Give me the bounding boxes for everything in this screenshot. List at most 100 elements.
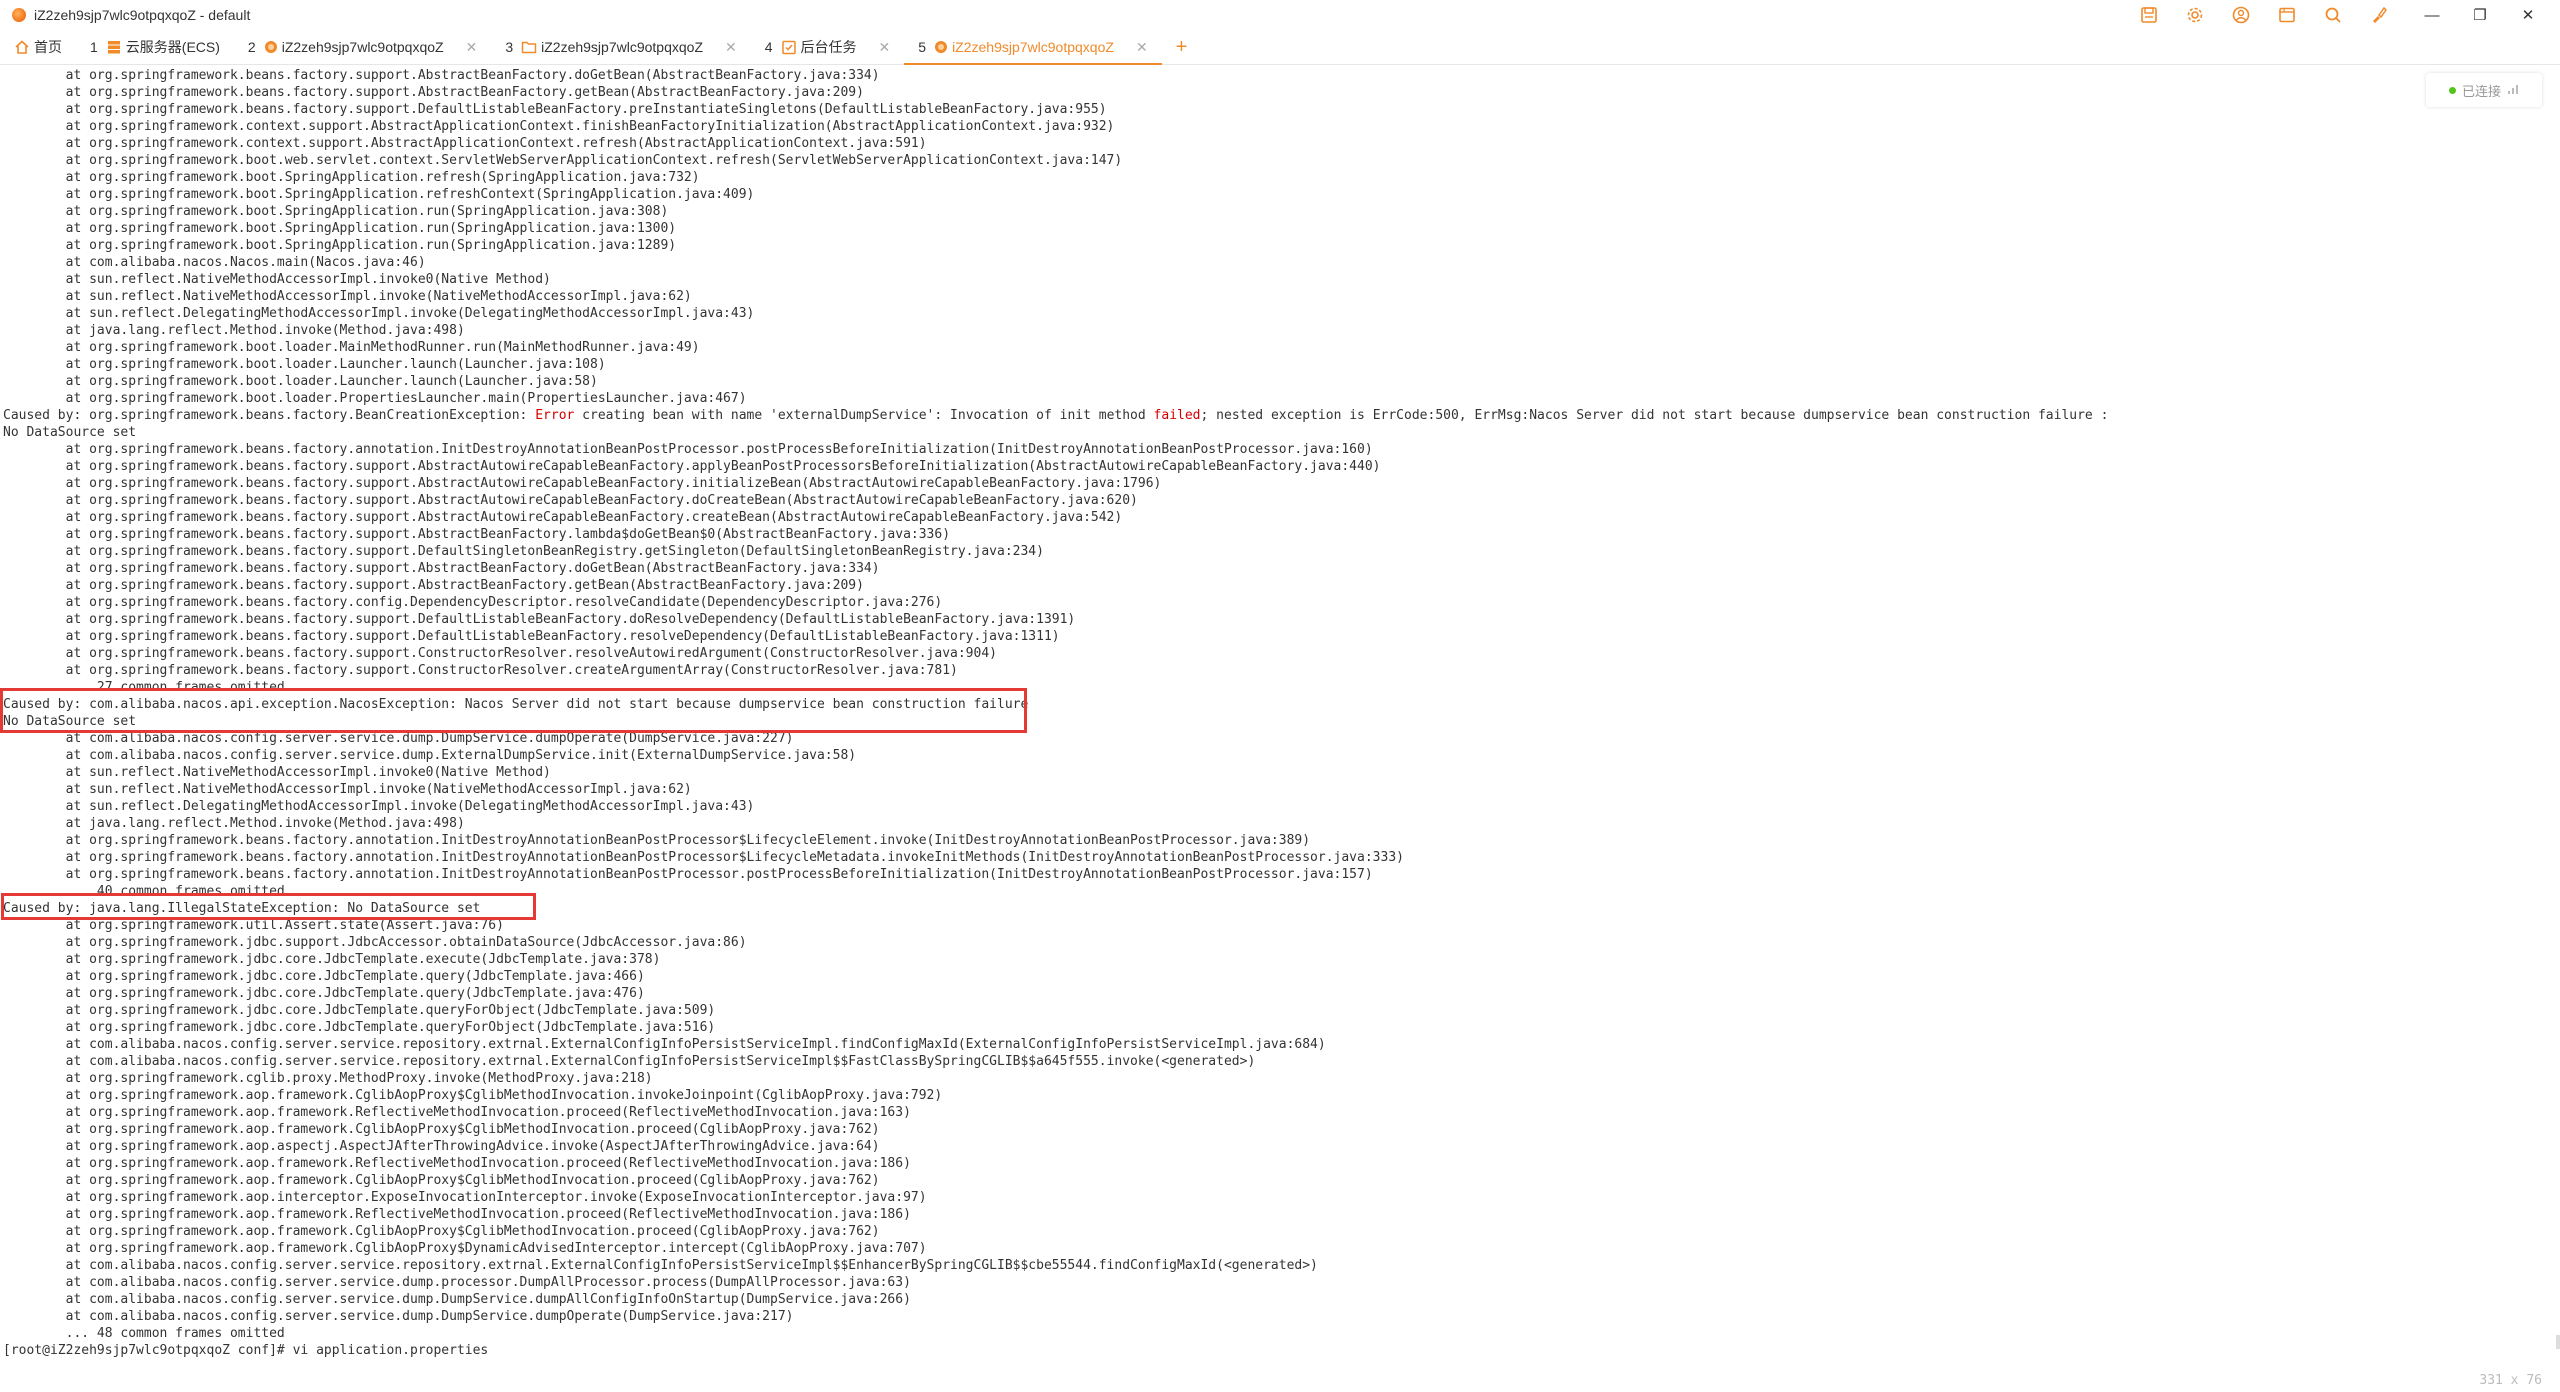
tab-sftp-3[interactable]: 3 iZ2zeh9sjp7wlc9otpqxqoZ ✕ bbox=[491, 30, 750, 64]
terminal-line: at org.springframework.boot.loader.MainM… bbox=[3, 340, 700, 355]
close-tab-icon[interactable]: ✕ bbox=[1136, 39, 1148, 56]
tab-label: 后台任务 bbox=[800, 39, 857, 55]
connection-status-label: 已连接 bbox=[2461, 83, 2501, 99]
terminal-line: at sun.reflect.DelegatingMethodAccessorI… bbox=[3, 306, 755, 321]
tab-label: iZ2zeh9sjp7wlc9otpqxqoZ bbox=[541, 39, 703, 55]
restore-icon[interactable]: ❐ bbox=[2456, 0, 2504, 30]
terminal-line: No DataSource set bbox=[3, 425, 137, 440]
tab-bar: 首页 1 云服务器(ECS) 2 iZ2zeh9sjp7wlc9otpqxqoZ… bbox=[0, 30, 2560, 65]
terminal-line: at org.springframework.aop.interceptor.E… bbox=[3, 1190, 927, 1205]
home-icon bbox=[14, 39, 30, 55]
terminal-line: at com.alibaba.nacos.config.server.servi… bbox=[3, 1309, 794, 1324]
user-icon[interactable] bbox=[2230, 4, 2252, 26]
tab-home[interactable]: 首页 bbox=[0, 30, 76, 64]
terminal-line: at org.springframework.boot.loader.Launc… bbox=[3, 374, 598, 389]
terminal-line: at org.springframework.beans.factory.sup… bbox=[3, 85, 864, 100]
folder-icon bbox=[521, 39, 537, 55]
terminal-line: at org.springframework.beans.factory.ann… bbox=[3, 442, 1373, 457]
close-tab-icon[interactable]: ✕ bbox=[466, 39, 478, 56]
terminal-line: at org.springframework.beans.factory.con… bbox=[3, 595, 943, 610]
terminal-line: at com.alibaba.nacos.config.server.servi… bbox=[3, 1258, 1318, 1273]
terminal-line: at org.springframework.boot.SpringApplic… bbox=[3, 221, 677, 236]
settings-icon[interactable] bbox=[2184, 4, 2206, 26]
terminal-line: at org.springframework.jdbc.core.JdbcTem… bbox=[3, 1003, 716, 1018]
terminal-line: at org.springframework.aop.framework.Cgl… bbox=[3, 1088, 943, 1103]
tab-label: iZ2zeh9sjp7wlc9otpqxqoZ bbox=[281, 39, 444, 55]
tab-terminal-2[interactable]: 2 iZ2zeh9sjp7wlc9otpqxqoZ ✕ bbox=[234, 30, 491, 64]
terminal-line: at org.springframework.boot.SpringApplic… bbox=[3, 187, 755, 202]
terminal-line: at org.springframework.beans.factory.sup… bbox=[3, 527, 951, 542]
terminal-line: at org.springframework.beans.factory.sup… bbox=[3, 629, 1060, 644]
tab-background-tasks[interactable]: 4 后台任务 ✕ bbox=[751, 30, 905, 64]
terminal-line: at org.springframework.beans.factory.sup… bbox=[3, 544, 1044, 559]
terminal-line: at org.springframework.jdbc.core.JdbcTem… bbox=[3, 986, 645, 1001]
terminal-line: at org.springframework.beans.factory.ann… bbox=[3, 867, 1373, 882]
terminal-line: at org.springframework.beans.factory.sup… bbox=[3, 68, 880, 83]
terminal-line: at org.springframework.boot.web.servlet.… bbox=[3, 153, 1123, 168]
toolbar-icons bbox=[2138, 4, 2390, 26]
terminal-line: at org.springframework.boot.SpringApplic… bbox=[3, 204, 669, 219]
terminal-line: at org.springframework.jdbc.core.JdbcTem… bbox=[3, 1020, 716, 1035]
terminal-line: at org.springframework.jdbc.core.JdbcTem… bbox=[3, 952, 661, 967]
terminal-line: at sun.reflect.NativeMethodAccessorImpl.… bbox=[3, 765, 551, 780]
tab-ecs[interactable]: 1 云服务器(ECS) bbox=[76, 30, 234, 64]
terminal-line: at org.springframework.boot.SpringApplic… bbox=[3, 170, 700, 185]
terminal-output[interactable]: at org.springframework.beans.factory.sup… bbox=[0, 65, 2560, 1392]
connected-dot-icon bbox=[2448, 86, 2456, 94]
search-icon[interactable] bbox=[2322, 4, 2344, 26]
terminal-line: at org.springframework.aop.framework.Cgl… bbox=[3, 1224, 880, 1239]
terminal-line: at org.springframework.aop.framework.Ref… bbox=[3, 1156, 911, 1171]
terminal-line: at org.springframework.cglib.proxy.Metho… bbox=[3, 1071, 653, 1086]
terminal-line: at com.alibaba.nacos.config.server.servi… bbox=[3, 1054, 1256, 1069]
terminal-line: at com.alibaba.nacos.config.server.servi… bbox=[3, 1037, 1326, 1052]
terminal-line: at org.springframework.context.support.A… bbox=[3, 119, 1115, 134]
signal-icon bbox=[2507, 83, 2519, 98]
terminal-line: at com.alibaba.nacos.Nacos.main(Nacos.ja… bbox=[3, 255, 426, 270]
close-tab-icon[interactable]: ✕ bbox=[879, 39, 891, 56]
connection-status-badge[interactable]: 已连接 bbox=[2426, 73, 2542, 107]
window-icon[interactable] bbox=[2276, 4, 2298, 26]
title-bar: iZ2zeh9sjp7wlc9otpqxqoZ - default — ❐ ✕ bbox=[0, 0, 2560, 30]
terminal-line: at com.alibaba.nacos.config.server.servi… bbox=[3, 1292, 911, 1307]
scrollbar-thumb[interactable] bbox=[2556, 1335, 2560, 1349]
terminal-line: at org.springframework.beans.factory.ann… bbox=[3, 850, 1404, 865]
minimize-icon[interactable]: — bbox=[2408, 0, 2456, 30]
terminal-line: at sun.reflect.NativeMethodAccessorImpl.… bbox=[3, 782, 692, 797]
terminal-line: at sun.reflect.DelegatingMethodAccessorI… bbox=[3, 799, 755, 814]
tab-number: 1 bbox=[90, 39, 98, 55]
terminal-line: at java.lang.reflect.Method.invoke(Metho… bbox=[3, 816, 465, 831]
terminal-line: at org.springframework.jdbc.core.JdbcTem… bbox=[3, 969, 645, 984]
terminal-line: at org.springframework.aop.framework.Cgl… bbox=[3, 1122, 880, 1137]
task-icon bbox=[781, 39, 797, 55]
save-icon[interactable] bbox=[2138, 4, 2160, 26]
close-tab-icon[interactable]: ✕ bbox=[725, 39, 737, 56]
tab-number: 5 bbox=[918, 39, 927, 55]
terminal-line: at org.springframework.beans.factory.sup… bbox=[3, 663, 958, 678]
app-logo-icon bbox=[12, 8, 26, 22]
terminal-line: at org.springframework.aop.aspectj.Aspec… bbox=[3, 1139, 880, 1154]
window-controls: — ❐ ✕ bbox=[2408, 0, 2552, 30]
terminal-line: ... 48 common frames omitted bbox=[3, 1326, 285, 1341]
terminal-line: at sun.reflect.NativeMethodAccessorImpl.… bbox=[3, 272, 551, 287]
terminal-line: at org.springframework.beans.factory.sup… bbox=[3, 510, 1123, 525]
terminal-line: at org.springframework.beans.factory.sup… bbox=[3, 646, 997, 661]
tab-number: 2 bbox=[247, 39, 256, 55]
new-tab-plus-icon[interactable]: + bbox=[1162, 30, 1202, 64]
terminal-line: at org.springframework.aop.framework.Ref… bbox=[3, 1207, 911, 1222]
terminal-line: at java.lang.reflect.Method.invoke(Metho… bbox=[3, 323, 465, 338]
terminal-line: Caused by: org.springframework.beans.fac… bbox=[3, 408, 2109, 423]
tab-label: iZ2zeh9sjp7wlc9otpqxqoZ bbox=[952, 39, 1114, 55]
terminal-line: at org.springframework.aop.framework.Cgl… bbox=[3, 1241, 927, 1256]
tab-terminal-5[interactable]: 5 iZ2zeh9sjp7wlc9otpqxqoZ ✕ bbox=[904, 30, 1163, 65]
terminal-line: at org.springframework.beans.factory.sup… bbox=[3, 476, 1162, 491]
server-icon bbox=[106, 39, 122, 55]
terminal-line: [root@iZ2zeh9sjp7wlc9otpqxqoZ conf]# vi … bbox=[3, 1343, 489, 1358]
terminal-line: at org.springframework.boot.loader.Launc… bbox=[3, 357, 606, 372]
terminal-line: at org.springframework.jdbc.support.Jdbc… bbox=[3, 935, 747, 950]
close-icon[interactable]: ✕ bbox=[2504, 0, 2552, 30]
terminal-line: at org.springframework.beans.factory.sup… bbox=[3, 493, 1138, 508]
terminal-line: at com.alibaba.nacos.config.server.servi… bbox=[3, 748, 857, 763]
terminal-line: at sun.reflect.NativeMethodAccessorImpl.… bbox=[3, 289, 692, 304]
paint-icon[interactable] bbox=[2368, 4, 2390, 26]
terminal-line: at org.springframework.beans.factory.sup… bbox=[3, 102, 1107, 117]
